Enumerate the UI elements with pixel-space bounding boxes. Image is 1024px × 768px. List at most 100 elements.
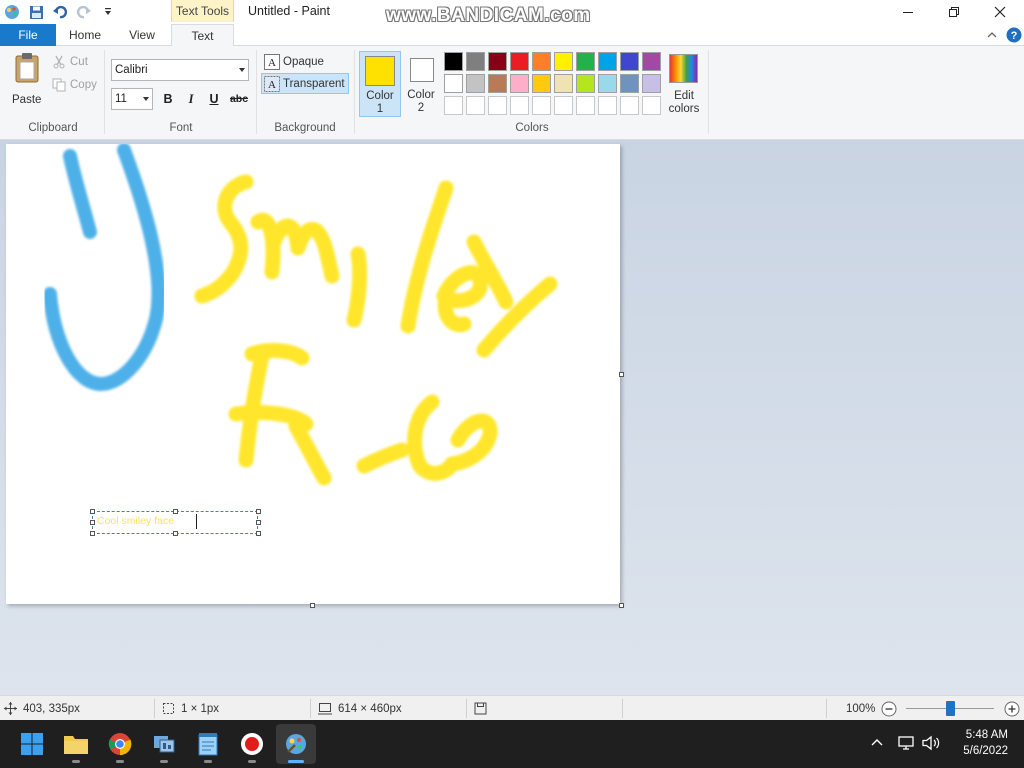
tab-file[interactable]: File — [0, 24, 56, 46]
opaque-button[interactable]: A Opaque — [262, 52, 348, 72]
palette-color-swatch[interactable] — [488, 52, 507, 71]
custom-color-slot[interactable] — [488, 96, 507, 115]
underline-button[interactable]: U — [204, 89, 224, 109]
palette-color-swatch[interactable] — [554, 74, 573, 93]
yellow-stroke-s — [194, 174, 254, 304]
custom-color-slot[interactable] — [598, 96, 617, 115]
minimize-button[interactable] — [885, 0, 931, 24]
custom-color-slot[interactable] — [510, 96, 529, 115]
customize-toolbar-icon[interactable] — [98, 2, 118, 22]
canvas-resize-handle-corner[interactable] — [619, 603, 624, 608]
paint-icon — [286, 734, 306, 754]
palette-color-swatch[interactable] — [620, 74, 639, 93]
network-status[interactable] — [898, 735, 916, 754]
text-box-handle[interactable] — [256, 520, 261, 525]
palette-color-swatch[interactable] — [532, 74, 551, 93]
tab-view[interactable]: View — [114, 24, 170, 46]
taskbar-bandicam[interactable] — [232, 724, 272, 764]
custom-color-slot[interactable] — [620, 96, 639, 115]
help-icon[interactable]: ? — [1006, 27, 1022, 43]
text-box-handle[interactable] — [90, 520, 95, 525]
palette-color-swatch[interactable] — [444, 52, 463, 71]
taskbar-chrome[interactable] — [100, 724, 140, 764]
taskbar-paint[interactable] — [276, 724, 316, 764]
redo-icon[interactable] — [74, 2, 94, 22]
strikethrough-button[interactable]: abc — [228, 89, 250, 109]
svg-text:A: A — [268, 79, 276, 91]
image-size-value: 614 × 460px — [338, 702, 402, 715]
canvas-resize-handle-bottom[interactable] — [310, 603, 315, 608]
color2-button[interactable]: Color 2 — [402, 51, 440, 117]
yellow-stroke-e2 — [444, 413, 498, 472]
palette-color-swatch[interactable] — [598, 52, 617, 71]
palette-color-swatch[interactable] — [576, 52, 595, 71]
text-box-handle[interactable] — [90, 509, 95, 514]
palette-color-swatch[interactable] — [466, 74, 485, 93]
zoom-slider-thumb[interactable] — [945, 701, 955, 716]
palette-color-swatch[interactable] — [576, 74, 595, 93]
palette-color-swatch[interactable] — [642, 74, 661, 93]
tab-home[interactable]: Home — [58, 24, 112, 46]
paste-button[interactable]: Paste — [6, 52, 50, 112]
palette-color-swatch[interactable] — [444, 74, 463, 93]
edit-colors-button[interactable]: Edit colors — [666, 52, 702, 118]
drawing-canvas[interactable] — [6, 143, 620, 604]
running-indicator — [72, 760, 80, 763]
transparent-button[interactable]: A Transparent — [261, 73, 349, 94]
text-box-handle[interactable] — [256, 531, 261, 536]
palette-color-swatch[interactable] — [488, 74, 507, 93]
palette-color-swatch[interactable] — [510, 52, 529, 71]
custom-color-slot[interactable] — [576, 96, 595, 115]
font-size-value: 11 — [115, 93, 127, 105]
taskbar-notepad[interactable] — [188, 724, 228, 764]
chevron-up-icon — [871, 739, 883, 746]
color1-button[interactable]: Color 1 — [359, 51, 401, 117]
undo-icon[interactable] — [50, 2, 70, 22]
start-button[interactable] — [12, 724, 52, 764]
font-size-select[interactable]: 11 — [111, 88, 153, 110]
palette-color-swatch[interactable] — [598, 74, 617, 93]
cut-button[interactable]: Cut — [52, 53, 88, 71]
palette-color-swatch[interactable] — [620, 52, 639, 71]
custom-color-slot[interactable] — [466, 96, 485, 115]
close-icon — [994, 6, 1006, 18]
copy-button[interactable]: Copy — [52, 76, 97, 94]
close-button[interactable] — [977, 0, 1023, 24]
taskbar-file-explorer[interactable] — [56, 724, 96, 764]
paste-label: Paste — [12, 94, 42, 106]
palette-color-swatch[interactable] — [510, 74, 529, 93]
zoom-slider[interactable] — [906, 701, 994, 716]
collapse-ribbon-icon[interactable] — [986, 29, 998, 41]
custom-color-slot[interactable] — [532, 96, 551, 115]
tab-text[interactable]: Text — [171, 24, 234, 47]
zoom-in-button[interactable] — [1004, 696, 1020, 721]
save-icon[interactable] — [26, 2, 46, 22]
volume-control[interactable] — [922, 735, 940, 754]
restore-button[interactable] — [931, 0, 977, 24]
taskbar-control-panel[interactable] — [144, 724, 184, 764]
canvas-resize-handle-right[interactable] — [619, 372, 624, 377]
text-box-handle[interactable] — [256, 509, 261, 514]
custom-color-slot[interactable] — [642, 96, 661, 115]
custom-color-slot[interactable] — [554, 96, 573, 115]
paint-app-icon[interactable] — [2, 2, 22, 22]
show-hidden-icons[interactable] — [870, 736, 884, 753]
text-box-handle[interactable] — [90, 531, 95, 536]
font-family-select[interactable]: Calibri — [111, 59, 249, 81]
palette-color-swatch[interactable] — [466, 52, 485, 71]
status-divider — [310, 699, 311, 718]
text-box-handle[interactable] — [173, 531, 178, 536]
text-box-content: Cool smiley face — [97, 515, 175, 527]
bold-button[interactable]: B — [158, 89, 178, 109]
restore-icon — [949, 7, 959, 17]
italic-button[interactable]: I — [181, 89, 201, 109]
custom-color-slot[interactable] — [444, 96, 463, 115]
zoom-out-button[interactable] — [881, 696, 897, 721]
colors-group-label: Colors — [515, 122, 549, 134]
taskbar-clock[interactable]: 5:48 AM 5/6/2022 — [963, 727, 1008, 759]
text-caret — [196, 514, 197, 529]
palette-color-swatch[interactable] — [642, 52, 661, 71]
palette-color-swatch[interactable] — [532, 52, 551, 71]
palette-color-swatch[interactable] — [554, 52, 573, 71]
text-box-handle[interactable] — [173, 509, 178, 514]
